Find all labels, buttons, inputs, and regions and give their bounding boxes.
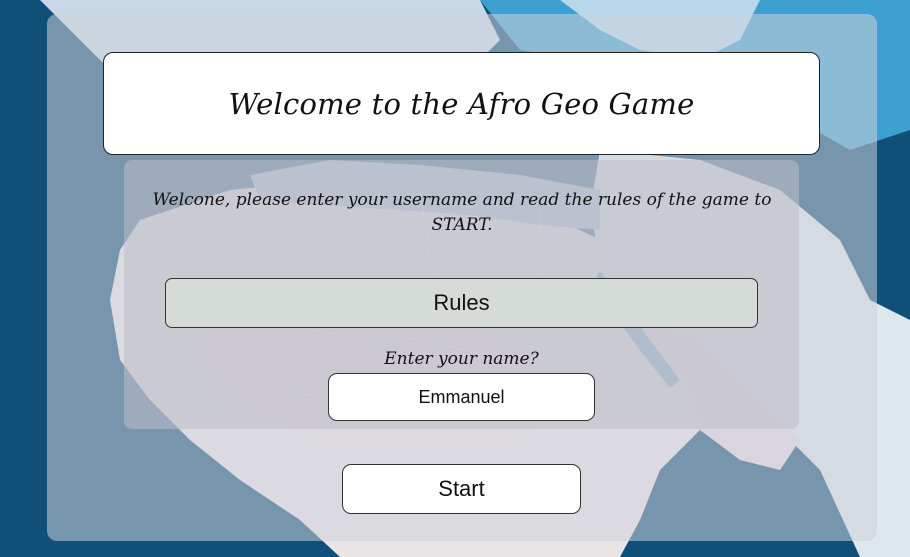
page-title: Welcome to the Afro Geo Game — [228, 86, 695, 121]
name-input[interactable] — [328, 373, 595, 421]
rules-button[interactable]: Rules — [165, 278, 758, 328]
start-button[interactable]: Start — [342, 464, 581, 514]
name-label: Enter your name? — [384, 349, 539, 369]
intro-text: Welcone, please enter your username and … — [152, 190, 772, 235]
title-card: Welcome to the Afro Geo Game — [103, 52, 820, 155]
